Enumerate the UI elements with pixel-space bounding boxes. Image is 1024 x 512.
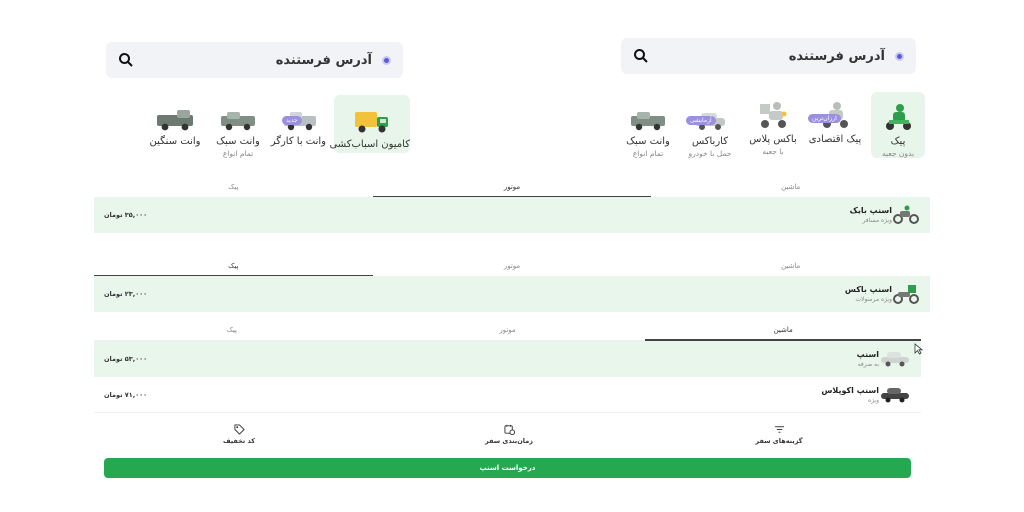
trip-options-button[interactable]: گزینه‌های سفر — [644, 424, 914, 448]
service-sub: تمام انواع — [222, 149, 254, 158]
light-van-icon — [622, 98, 674, 132]
service-light-van-right[interactable]: وانت سبک تمام انواع — [622, 98, 674, 158]
service-heavy-van[interactable]: وانت سنگین — [148, 98, 202, 154]
service-name: کارباکس — [692, 136, 728, 147]
service-sub: حمل با خودرو — [688, 149, 732, 158]
ride-price: ۵۳,۰۰۰ تومان — [104, 355, 148, 363]
search-icon[interactable] — [633, 48, 649, 64]
service-box-plus[interactable]: باکس پلاس با جعبه — [746, 96, 800, 156]
car-icon: آزمایشی — [682, 98, 738, 132]
trial-badge: آزمایشی — [686, 116, 716, 125]
ride-info: اسنپ به صرفه — [849, 350, 911, 368]
new-badge: جدید — [282, 116, 302, 125]
ride-option-snapp-eco-plus[interactable]: اسنپ اکوپلاس ویژه ۷۱,۰۰۰ تومان — [94, 377, 921, 413]
service-name: وانت سبک — [626, 136, 670, 147]
trip-actions: کد تخفیف زمان‌بندی سفر گزینه‌های سفر — [104, 424, 914, 448]
right-origin-search[interactable]: آدرس فرستنده — [621, 38, 916, 74]
vehicle-tabs-2: ماشین موتور پیک — [93, 257, 930, 277]
tag-icon — [233, 424, 245, 435]
service-name: وانت سبک — [216, 136, 260, 147]
moving-truck-icon — [334, 101, 410, 135]
service-courier[interactable]: پیک بدون جعبه — [871, 92, 925, 158]
search-icon[interactable] — [118, 52, 134, 68]
cheapest-badge: ارزان‌ترین — [808, 114, 841, 123]
service-name: کامیون اسباب‌کشی — [329, 139, 410, 150]
trip-options-label: گزینه‌های سفر — [755, 437, 803, 445]
service-name: وانت سنگین — [149, 136, 201, 147]
ride-sub: ویژه مرسولات — [855, 296, 892, 303]
ride-name: اسنپ اکوپلاس — [821, 385, 879, 395]
discount-code-label: کد تخفیف — [223, 437, 255, 445]
tab-courier[interactable]: پیک — [94, 178, 373, 197]
ride-sub: ویژه مسافر — [862, 217, 892, 224]
service-name: پیک اقتصادی — [808, 134, 862, 145]
tab-motor[interactable]: موتور — [373, 257, 652, 276]
ride-name: اسنپ بایک — [849, 206, 892, 215]
request-snapp-button[interactable]: درخواست اسنپ — [104, 458, 911, 478]
ride-name: اسنپ باکس — [844, 285, 892, 294]
tab-motor[interactable]: موتور — [372, 178, 652, 198]
left-origin-search[interactable]: آدرس فرستنده — [106, 42, 403, 78]
vehicle-tabs-3: ماشین موتور پیک — [94, 321, 921, 341]
car-icon — [881, 352, 909, 367]
ride-sub: به صرفه — [857, 361, 879, 368]
service-carbox[interactable]: آزمایشی کارباکس حمل با خودرو — [682, 98, 738, 158]
schedule-trip-button[interactable]: زمان‌بندی سفر — [374, 424, 644, 448]
tab-courier[interactable]: پیک — [94, 321, 370, 340]
ride-option-snapp-bike[interactable]: اسنپ بایک ویژه مسافر ۳۵,۰۰۰ تومان — [94, 197, 930, 233]
origin-dot-icon — [382, 55, 391, 65]
service-moving-truck[interactable]: کامیون اسباب‌کشی — [329, 95, 410, 153]
service-light-van[interactable]: وانت سبک تمام انواع — [212, 98, 264, 158]
scooter-box-icon — [746, 96, 800, 130]
ride-info: اسنپ بایک ویژه مسافر — [842, 205, 920, 225]
mouse-cursor-icon — [914, 343, 923, 355]
scooter-box-icon — [893, 285, 919, 304]
service-name: وانت با کارگر — [270, 136, 326, 147]
pickup-van-icon: جدید — [274, 98, 326, 132]
discount-code-button[interactable]: کد تخفیف — [104, 424, 374, 448]
motorbike-courier-icon — [871, 98, 925, 132]
schedule-trip-label: زمان‌بندی سفر — [485, 437, 533, 445]
origin-dot-icon — [895, 51, 904, 61]
service-name: باکس پلاس — [749, 134, 797, 145]
sedan-icon — [881, 387, 909, 402]
ride-price: ۳۵,۰۰۰ تومان — [104, 211, 148, 219]
scooter-icon: ارزان‌ترین — [806, 96, 864, 130]
service-sub: بدون جعبه — [881, 149, 915, 158]
ride-info: اسنپ اکوپلاس ویژه — [813, 386, 911, 404]
service-sub: با جعبه — [762, 147, 784, 156]
tab-motor[interactable]: موتور — [370, 321, 646, 340]
ride-option-snapp-box[interactable]: اسنپ باکس ویژه مرسولات ۲۳,۰۰۰ تومان — [94, 276, 930, 312]
filter-icon — [774, 426, 784, 433]
service-sub: تمام انواع — [632, 149, 664, 158]
ride-price: ۲۳,۰۰۰ تومان — [104, 290, 148, 298]
tab-car[interactable]: ماشین — [645, 321, 921, 341]
right-origin-title: آدرس فرستنده — [788, 48, 885, 64]
ride-option-snapp[interactable]: اسنپ به صرفه ۵۳,۰۰۰ تومان — [94, 341, 921, 377]
ride-sub: ویژه — [867, 396, 879, 404]
ride-info: اسنپ باکس ویژه مرسولات — [837, 283, 920, 305]
heavy-van-icon — [148, 98, 202, 132]
service-name: پیک — [890, 136, 906, 147]
ride-price: ۷۱,۰۰۰ تومان — [104, 390, 148, 399]
tab-car[interactable]: ماشین — [651, 257, 930, 276]
service-van-with-worker[interactable]: جدید وانت با کارگر — [270, 98, 326, 154]
vehicle-tabs-1: ماشین موتور پیک — [94, 178, 930, 198]
calendar-clock-icon — [503, 424, 515, 435]
light-van-icon — [212, 98, 264, 132]
tab-courier[interactable]: پیک — [93, 257, 373, 277]
ride-name: اسنپ — [856, 350, 879, 359]
left-origin-title: آدرس فرستنده — [275, 52, 372, 68]
service-economy-courier[interactable]: ارزان‌ترین پیک اقتصادی — [806, 96, 864, 146]
motorbike-icon — [893, 205, 919, 224]
tab-car[interactable]: ماشین — [651, 178, 930, 197]
